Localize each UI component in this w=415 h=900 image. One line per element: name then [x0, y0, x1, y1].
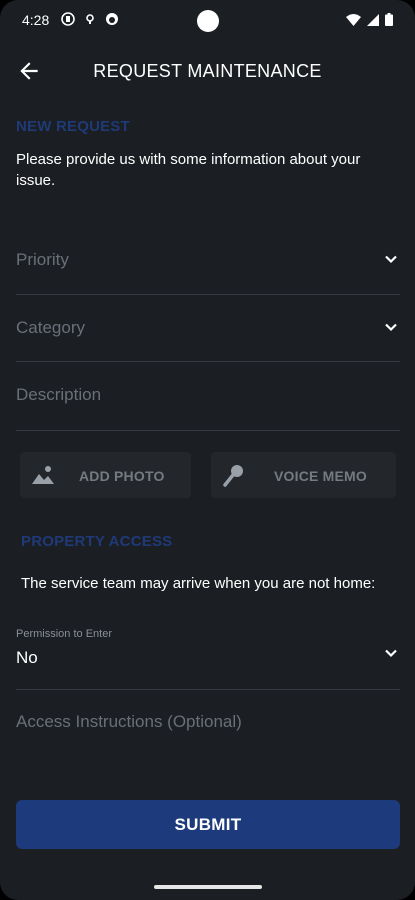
battery-icon	[385, 13, 393, 26]
status-system-icons	[346, 13, 393, 26]
permission-value: No	[16, 648, 38, 667]
chevron-down-icon	[385, 649, 397, 658]
access-instructions-field[interactable]: Access Instructions (Optional)	[16, 694, 400, 754]
priority-placeholder: Priority	[16, 250, 69, 269]
access-instructions-placeholder: Access Instructions (Optional)	[16, 712, 242, 731]
home-indicator[interactable]	[154, 885, 262, 889]
permission-to-enter-dropdown[interactable]: Permission to Enter No	[16, 626, 400, 690]
app-notification-icon	[106, 13, 118, 25]
property-access-intro: The service team may arrive when you are…	[21, 575, 376, 592]
permission-label: Permission to Enter	[16, 628, 112, 640]
submit-button[interactable]: SUBMIT	[16, 800, 400, 849]
submit-label: SUBMIT	[174, 815, 242, 834]
voice-memo-button[interactable]: VOICE MEMO	[211, 452, 396, 498]
wifi-icon	[346, 13, 361, 26]
category-placeholder: Category	[16, 318, 85, 337]
microphone-icon	[223, 465, 243, 487]
description-placeholder: Description	[16, 385, 102, 404]
new-request-heading: NEW REQUEST	[16, 118, 130, 135]
chevron-down-icon	[385, 255, 397, 264]
add-photo-label: ADD PHOTO	[79, 468, 165, 484]
settings-notification-icon	[86, 14, 94, 24]
status-time: 4:28	[22, 12, 50, 28]
priority-dropdown[interactable]: Priority	[16, 230, 400, 295]
status-bar: 4:28	[0, 0, 415, 40]
voice-memo-label: VOICE MEMO	[274, 468, 368, 484]
add-photo-button[interactable]: ADD PHOTO	[20, 452, 191, 498]
photo-icon	[32, 466, 54, 484]
property-access-heading: PROPERTY ACCESS	[21, 533, 173, 550]
signal-icon	[367, 13, 379, 26]
notification-icon	[61, 12, 75, 26]
category-dropdown[interactable]: Category	[16, 298, 400, 362]
app-screen: 4:28 REQUEST MAINTENANCE NEW REQUEST Ple…	[0, 0, 415, 900]
page-title: REQUEST MAINTENANCE	[93, 61, 322, 81]
app-bar: REQUEST MAINTENANCE	[0, 44, 415, 98]
chevron-down-icon	[385, 323, 397, 332]
description-field[interactable]: Description	[16, 365, 400, 431]
new-request-intro: Please provide us with some information …	[16, 151, 361, 189]
status-notification-icons	[61, 12, 119, 26]
camera-cutout	[197, 10, 219, 32]
